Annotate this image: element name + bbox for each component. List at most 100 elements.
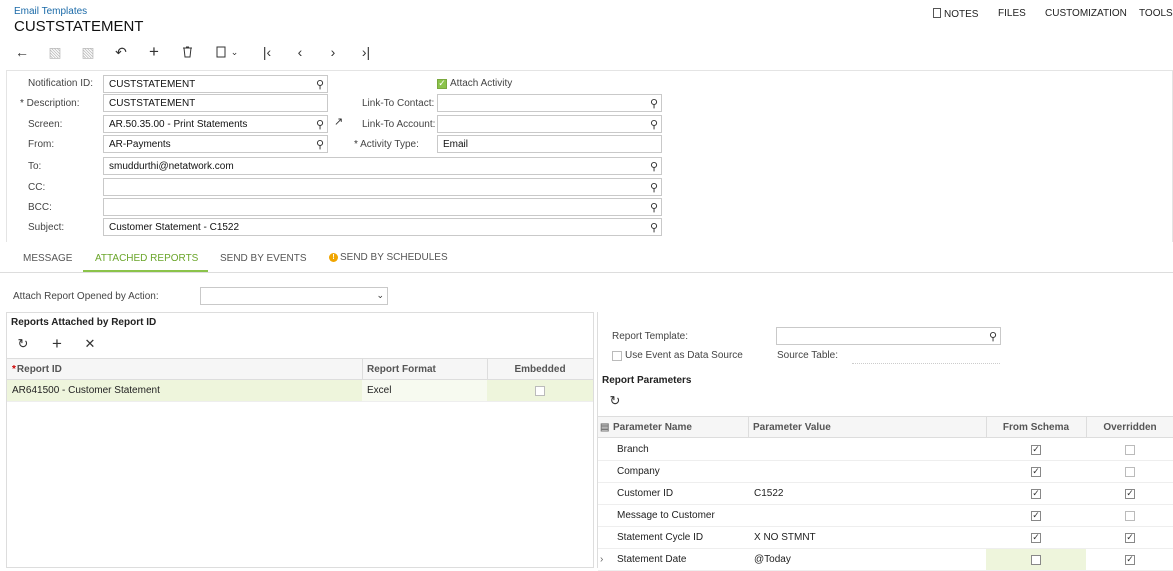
link-to-account-field[interactable]: ⚲ <box>437 115 662 133</box>
row-selector-icon[interactable]: › <box>598 549 610 570</box>
parameter-value-cell[interactable]: @Today <box>749 549 986 570</box>
from-schema-checkbox[interactable] <box>1031 554 1041 565</box>
next-record-icon[interactable]: › <box>323 42 343 62</box>
search-icon[interactable]: ⚲ <box>650 118 658 131</box>
overridden-checkbox[interactable] <box>1125 510 1135 521</box>
last-record-icon[interactable]: ›| <box>356 42 376 62</box>
col-embedded[interactable]: Embedded <box>487 359 593 379</box>
overridden-checkbox[interactable] <box>1125 444 1135 455</box>
overridden-cell[interactable] <box>1086 461 1173 482</box>
use-event-checkbox[interactable]: Use Event as Data Source <box>612 350 743 361</box>
open-external-icon[interactable]: ↗ <box>334 115 343 128</box>
col-overridden[interactable]: Overridden <box>1086 417 1173 437</box>
subject-field[interactable]: Customer Statement - C1522 ⚲ <box>103 218 662 236</box>
files-menu[interactable]: FILES <box>998 8 1026 19</box>
embedded-cell[interactable] <box>487 380 593 401</box>
tools-menu[interactable]: TOOLS <box>1139 8 1173 19</box>
overridden-checkbox[interactable] <box>1125 466 1135 477</box>
add-icon[interactable]: + <box>49 334 65 353</box>
save-icon[interactable]: ▧ <box>78 42 98 62</box>
parameter-name-cell[interactable]: Statement Date <box>612 549 748 570</box>
first-record-icon[interactable]: |‹ <box>257 42 277 62</box>
save-close-icon[interactable]: ▧ <box>45 42 65 62</box>
to-field[interactable]: smuddurthi@netatwork.com ⚲ <box>103 157 662 175</box>
customization-menu[interactable]: CUSTOMIZATION <box>1045 8 1127 19</box>
breadcrumb[interactable]: Email Templates <box>14 6 87 17</box>
col-report-id[interactable]: * Report ID <box>7 359 362 379</box>
bcc-field[interactable]: ⚲ <box>103 198 662 216</box>
previous-record-icon[interactable]: ‹ <box>290 42 310 62</box>
undo-icon[interactable]: ↶ <box>111 42 131 62</box>
refresh-icon[interactable]: ↻ <box>15 336 31 352</box>
from-schema-cell[interactable]: ✓ <box>986 439 1086 460</box>
from-schema-checkbox[interactable]: ✓ <box>1031 444 1041 455</box>
parameter-name-cell[interactable]: Branch <box>612 439 748 460</box>
from-schema-checkbox[interactable]: ✓ <box>1031 510 1041 521</box>
activity-type-field[interactable]: Email <box>437 135 662 153</box>
table-row[interactable]: Message to Customer ✓ <box>598 505 1173 527</box>
report-id-cell[interactable]: AR641500 - Customer Statement <box>7 380 362 401</box>
col-parameter-value[interactable]: Parameter Value <box>748 417 986 437</box>
screen-field[interactable]: AR.50.35.00 - Print Statements ⚲ <box>103 115 328 133</box>
from-schema-checkbox[interactable]: ✓ <box>1031 466 1041 477</box>
table-row[interactable]: Branch ✓ <box>598 439 1173 461</box>
table-row[interactable]: Company ✓ <box>598 461 1173 483</box>
tab-message[interactable]: MESSAGE <box>23 253 72 264</box>
from-schema-cell[interactable]: ✓ <box>986 505 1086 526</box>
parameter-value-cell[interactable] <box>749 461 986 482</box>
search-icon[interactable]: ⚲ <box>650 201 658 214</box>
from-schema-cell[interactable] <box>986 549 1086 570</box>
notes-menu[interactable]: NOTES <box>933 8 978 20</box>
add-icon[interactable]: + <box>144 42 164 62</box>
report-format-cell[interactable]: Excel <box>362 380 487 401</box>
table-row[interactable]: AR641500 - Customer Statement Excel <box>7 380 593 402</box>
overridden-checkbox[interactable]: ✓ <box>1125 532 1135 543</box>
search-icon[interactable]: ⚲ <box>650 221 658 234</box>
description-field[interactable]: CUSTSTATEMENT <box>103 94 328 112</box>
attach-activity-checkbox[interactable]: ✓ Attach Activity <box>437 78 512 89</box>
parameter-name-cell[interactable]: Company <box>612 461 748 482</box>
parameter-value-cell[interactable] <box>749 505 986 526</box>
overridden-cell[interactable] <box>1086 439 1173 460</box>
from-field[interactable]: AR-Payments ⚲ <box>103 135 328 153</box>
delete-icon[interactable] <box>177 42 197 62</box>
from-schema-cell[interactable]: ✓ <box>986 527 1086 548</box>
parameter-value-cell[interactable] <box>749 439 986 460</box>
overridden-cell[interactable]: ✓ <box>1086 527 1173 548</box>
search-icon[interactable]: ⚲ <box>650 181 658 194</box>
col-report-format[interactable]: Report Format <box>362 359 487 379</box>
attach-action-select[interactable]: ⌄ <box>200 287 388 305</box>
overridden-checkbox[interactable]: ✓ <box>1125 488 1135 499</box>
cc-field[interactable]: ⚲ <box>103 178 662 196</box>
report-template-field[interactable]: ⚲ <box>776 327 1001 345</box>
source-table-field[interactable] <box>852 363 1000 364</box>
table-row[interactable]: Statement Cycle ID X NO STMNT ✓ ✓ <box>598 527 1173 549</box>
from-schema-cell[interactable]: ✓ <box>986 483 1086 504</box>
delete-row-icon[interactable]: ✕ <box>82 336 98 352</box>
search-icon[interactable]: ⚲ <box>650 160 658 173</box>
refresh-icon[interactable]: ↻ <box>607 393 623 409</box>
tab-attached-reports[interactable]: ATTACHED REPORTS <box>95 253 198 264</box>
search-icon[interactable]: ⚲ <box>316 138 324 151</box>
overridden-cell[interactable]: ✓ <box>1086 483 1173 504</box>
parameter-name-cell[interactable]: Message to Customer <box>612 505 748 526</box>
from-schema-checkbox[interactable]: ✓ <box>1031 488 1041 499</box>
parameter-name-cell[interactable]: Customer ID <box>612 483 748 504</box>
search-icon[interactable]: ⚲ <box>989 330 997 343</box>
notification-id-field[interactable]: CUSTSTATEMENT ⚲ <box>103 75 328 93</box>
overridden-cell[interactable]: ✓ <box>1086 549 1173 570</box>
col-parameter-name[interactable]: Parameter Name <box>608 417 748 437</box>
parameter-value-cell[interactable]: C1522 <box>749 483 986 504</box>
tab-send-by-schedules[interactable]: ! SEND BY SCHEDULES <box>329 252 448 263</box>
embedded-checkbox[interactable] <box>535 385 545 396</box>
overridden-checkbox[interactable]: ✓ <box>1125 554 1135 565</box>
link-to-contact-field[interactable]: ⚲ <box>437 94 662 112</box>
from-schema-checkbox[interactable]: ✓ <box>1031 532 1041 543</box>
search-icon[interactable]: ⚲ <box>650 97 658 110</box>
search-icon[interactable]: ⚲ <box>316 78 324 91</box>
search-icon[interactable]: ⚲ <box>316 118 324 131</box>
table-row[interactable]: Customer ID C1522 ✓ ✓ <box>598 483 1173 505</box>
back-icon[interactable]: ← <box>12 42 32 62</box>
overridden-cell[interactable] <box>1086 505 1173 526</box>
parameter-value-cell[interactable]: X NO STMNT <box>749 527 986 548</box>
